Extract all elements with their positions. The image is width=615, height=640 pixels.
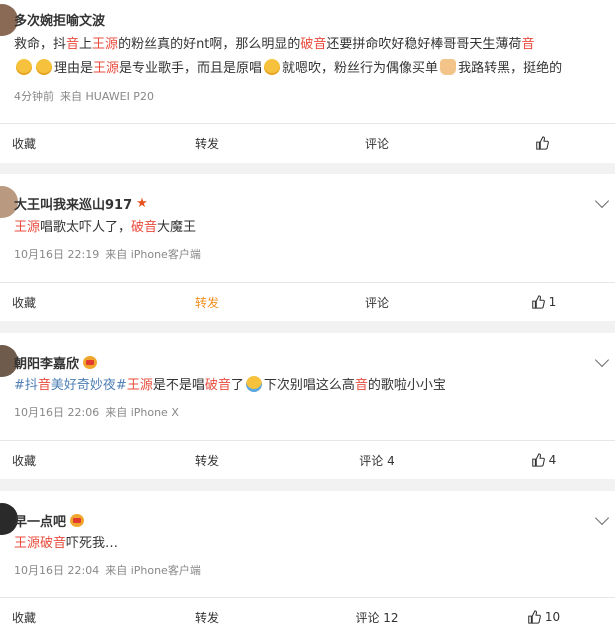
smile-emoji-icon (36, 59, 52, 75)
share-button[interactable]: 转发 (132, 124, 282, 162)
keyword-link[interactable]: 王源 (92, 37, 118, 52)
post-content: 王源破音吓死我… (14, 536, 119, 551)
like-button[interactable]: 10 (472, 598, 615, 636)
thumbs-up-icon (531, 295, 545, 309)
post-card: 早一点吧 王源破音吓死我… 10月16日 22:04 来自 iPhone客户端 收… (0, 491, 615, 640)
keyword-link[interactable]: 破音 (205, 378, 231, 393)
timestamp: 10月16日 22:19 (14, 248, 100, 261)
thumbs-up-icon (528, 610, 541, 624)
post-content: 救命，抖音上王源的粉丝真的好nt啊，那么明显的破音还要拼命吹好稳好棒哥哥天生薄荷… (14, 37, 563, 76)
share-button[interactable]: 转发 (132, 441, 282, 479)
cry-laugh-emoji-icon (245, 376, 262, 392)
post-content: 王源唱歌太吓人了，破音大魔王 (14, 220, 197, 235)
keyword-link[interactable]: 王源 (14, 536, 40, 551)
action-bar: 收藏 转发 评论 (0, 123, 615, 162)
source: 来自 iPhone客户端 (105, 248, 201, 261)
action-bar: 收藏 转发 评论 12 10 (0, 597, 615, 636)
like-button[interactable] (472, 124, 615, 162)
smile-emoji-icon (16, 59, 32, 75)
action-bar: 收藏 转发 评论 4 4 (0, 440, 615, 479)
post-meta: 10月16日 22:04 来自 iPhone客户端 (14, 562, 201, 578)
comment-button[interactable]: 评论 4 (282, 441, 472, 479)
favorite-button[interactable]: 收藏 (0, 283, 132, 321)
username[interactable]: 朝阳李嘉欣 (14, 353, 98, 372)
post-card: 大王叫我来巡山917 ★ 王源唱歌太吓人了，破音大魔王 10月16日 22:19 来… (0, 174, 615, 321)
keyword-link[interactable]: 王源 (127, 378, 153, 393)
share-button[interactable]: 转发 (132, 598, 282, 636)
chevron-down-icon[interactable] (594, 193, 610, 209)
favorite-button[interactable]: 收藏 (0, 441, 132, 479)
source: 来自 iPhone客户端 (105, 564, 201, 577)
timestamp: 4分钟前 (14, 90, 54, 103)
post-meta: 10月16日 22:06 来自 iPhone X (14, 404, 179, 420)
star-badge-icon: ★ (136, 196, 148, 211)
comment-button[interactable]: 评论 12 (282, 598, 472, 636)
action-bar: 收藏 转发 评论 1 (0, 282, 615, 321)
favorite-button[interactable]: 收藏 (0, 598, 132, 636)
username[interactable]: 多次婉拒喻文波 (14, 10, 105, 29)
crown-badge-icon (83, 356, 98, 369)
timestamp: 10月16日 22:04 (14, 564, 100, 577)
keyword-link[interactable]: 王源 (14, 220, 40, 235)
source: 来自 HUAWEI P20 (60, 90, 154, 103)
post-meta: 10月16日 22:19 来自 iPhone客户端 (14, 246, 201, 262)
keyword-link[interactable]: 破音 (40, 536, 66, 551)
like-count: 1 (548, 295, 557, 309)
post-card: 多次婉拒喻文波 救命，抖音上王源的粉丝真的好nt啊，那么明显的破音还要拼命吹好稳… (0, 0, 615, 163)
like-count: 10 (544, 610, 561, 624)
comment-button[interactable]: 评论 (282, 124, 472, 162)
like-count: 4 (548, 453, 557, 467)
keyword-link[interactable]: 破音 (131, 220, 157, 235)
hashtag-link[interactable]: 美好奇妙夜# (51, 378, 127, 393)
like-button[interactable]: 4 (472, 441, 615, 479)
thumbs-up-icon (531, 453, 545, 467)
chevron-down-icon[interactable] (594, 510, 610, 526)
sweat-emoji-icon (264, 59, 281, 75)
timestamp: 10月16日 22:06 (14, 406, 100, 419)
like-button[interactable]: 1 (472, 283, 615, 321)
crown-badge-icon (70, 514, 85, 527)
thumbs-up-icon (535, 136, 549, 150)
chevron-down-icon[interactable] (594, 352, 610, 368)
comment-button[interactable]: 评论 (282, 283, 472, 321)
share-button[interactable]: 转发 (132, 283, 282, 321)
thumbs-up-emoji-icon (440, 59, 457, 75)
favorite-button[interactable]: 收藏 (0, 124, 132, 162)
keyword-link[interactable]: 破音 (300, 37, 326, 52)
post-card: 朝阳李嘉欣 #抖音美好奇妙夜#王源是不是唱破音了 下次别唱这么高音的歌啦小小宝 1… (0, 333, 615, 479)
post-meta: 4分钟前 来自 HUAWEI P20 (14, 88, 154, 104)
username[interactable]: 大王叫我来巡山917 ★ (14, 194, 148, 213)
post-content: #抖音美好奇妙夜#王源是不是唱破音了 下次别唱这么高音的歌啦小小宝 (14, 376, 446, 393)
username[interactable]: 早一点吧 (14, 511, 85, 530)
hashtag-link[interactable]: #抖 (14, 378, 38, 393)
source: 来自 iPhone X (105, 406, 179, 419)
keyword-link[interactable]: 王源 (93, 61, 119, 76)
